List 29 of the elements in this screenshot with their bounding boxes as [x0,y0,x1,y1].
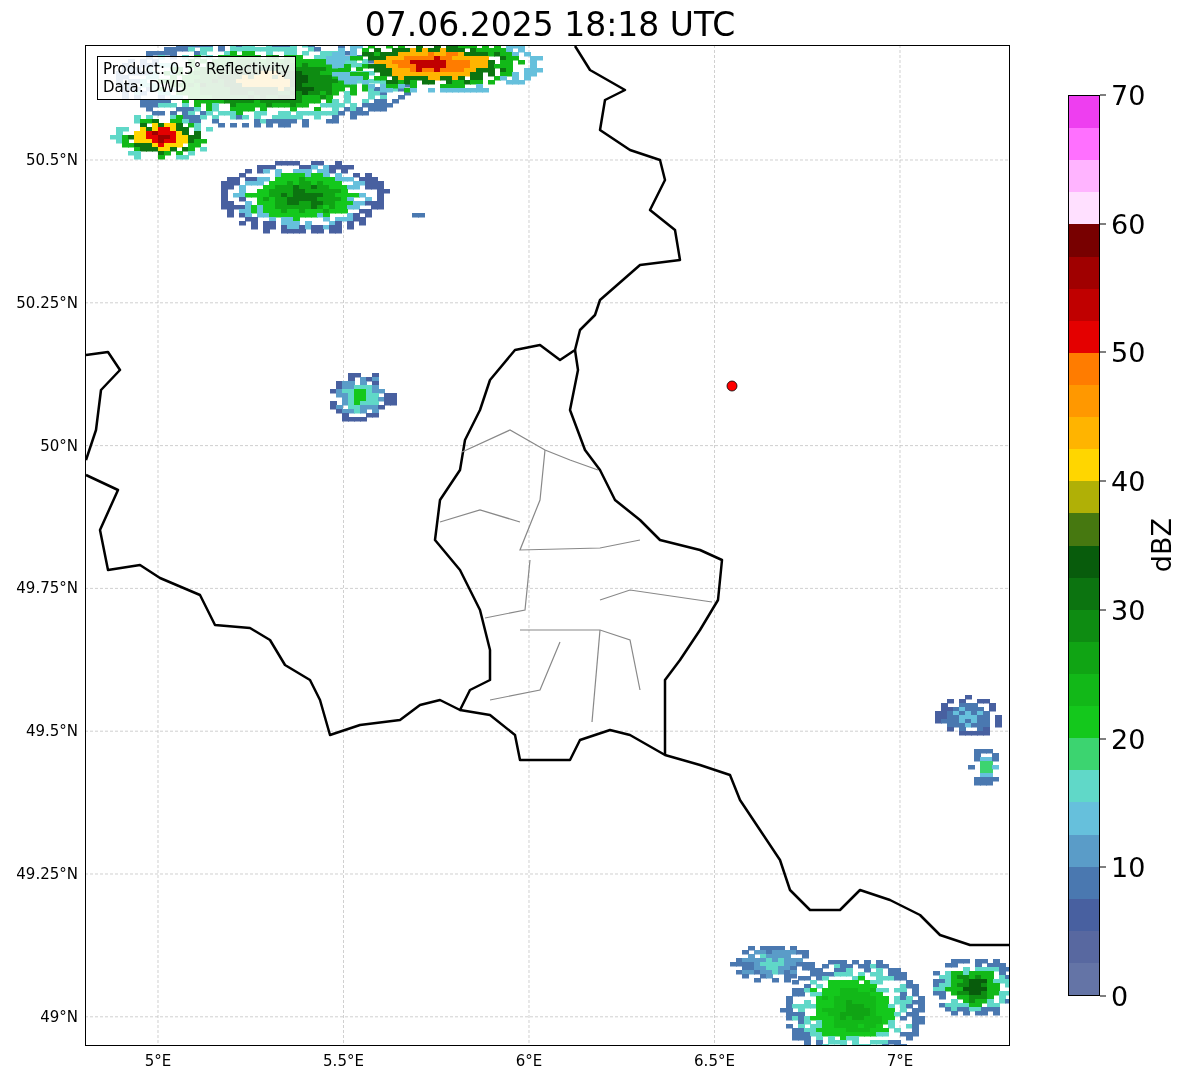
longitude-label: 7°E [886,1052,914,1070]
radar-echo [935,695,1002,736]
colorbar-tick-label: 50 [1111,336,1146,368]
colorbar-tick-label: 40 [1111,465,1146,497]
colorbar-tick-label: 70 [1111,79,1146,111]
colorbar-tick-label: 10 [1111,851,1146,883]
colorbar-tick-label: 0 [1111,980,1129,1012]
radar-echo [412,213,425,218]
latitude-label: 50.25°N [16,293,78,312]
colorbar-tick-label: 60 [1111,208,1146,240]
colorbar-tick-label: 20 [1111,723,1146,755]
latitude-label: 50°N [40,436,78,455]
chart-title: 07.06.2025 18:18 UTC [364,4,736,45]
radar-echo [330,373,397,422]
colorbar-label: dBZ [1146,518,1177,573]
longitude-label: 5.5°E [323,1052,364,1070]
legend-text: Data: DWD [103,78,188,96]
latitude-label: 49.25°N [16,865,78,883]
latitude-label: 49.5°N [25,722,78,741]
radar-site-marker [726,380,738,392]
latitude-label: 49°N [40,1007,78,1026]
longitude-label: 5°E [144,1052,172,1070]
legend-text: Product: 0.5° Reflectivity [103,60,290,78]
colorbar-tick-label: 30 [1111,594,1146,626]
radar-echo [968,749,999,786]
latitude-label: 50.5°N [25,151,78,169]
longitude-label: 6.5°E [694,1052,735,1070]
latitude-label: 49.75°N [16,579,78,598]
longitude-label: 6°E [515,1052,543,1070]
